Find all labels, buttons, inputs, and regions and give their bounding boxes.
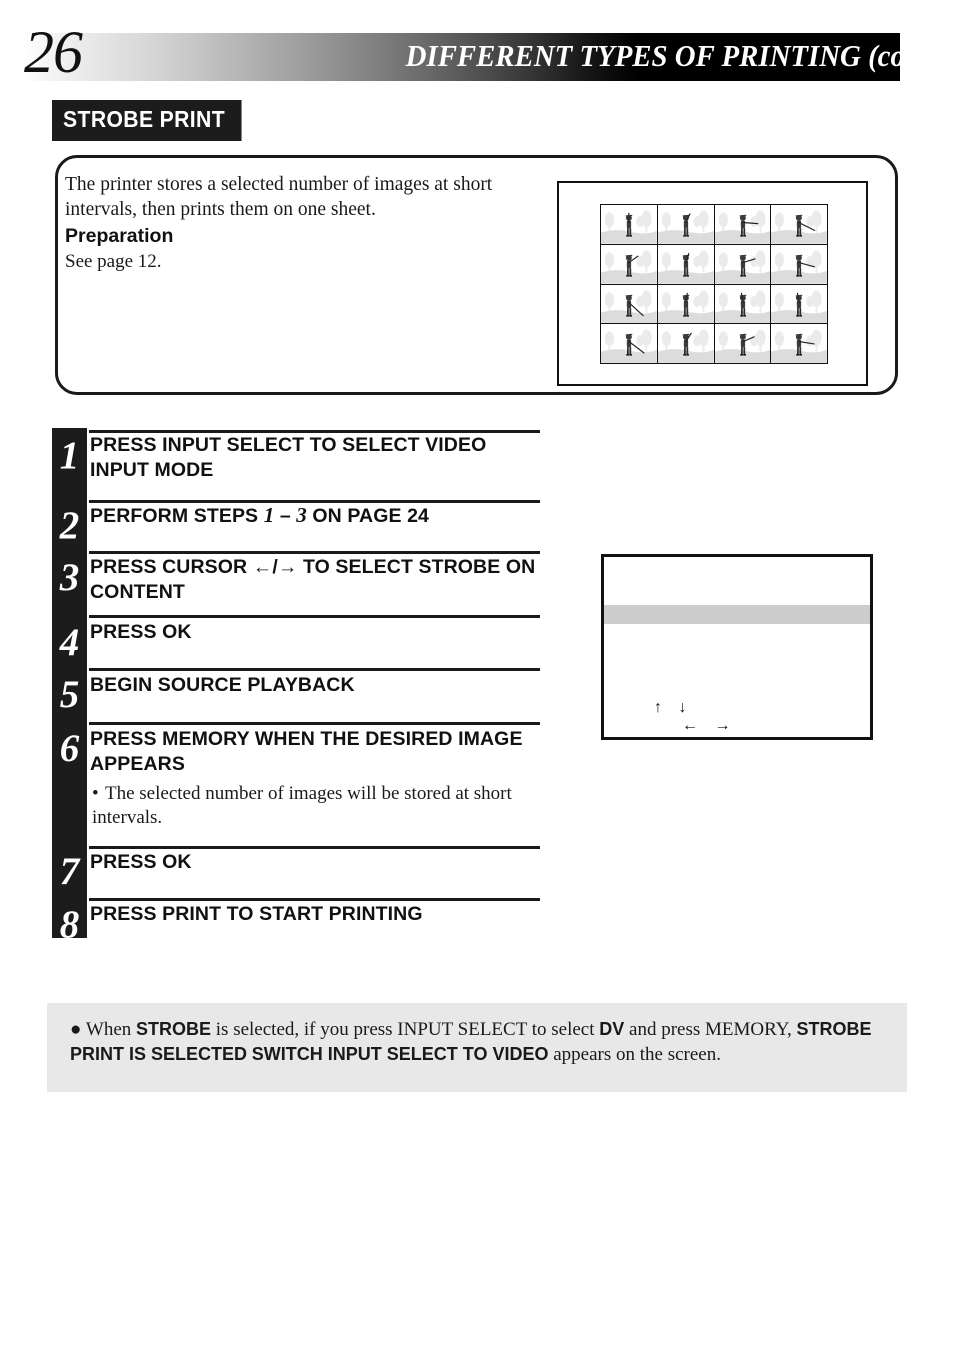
section-title-badge: STROBE PRINT (52, 100, 242, 141)
step-title: PERFORM STEPS 1 – 3 ON PAGE 24 (90, 503, 429, 527)
step-number: 1 (59, 434, 80, 477)
step-title: PRESS OK (90, 851, 192, 873)
strobe-frame (714, 324, 771, 363)
strobe-frame (601, 324, 657, 363)
cursor-up-down-icon: ↑ ↓ (654, 699, 693, 716)
strobe-frame (657, 324, 714, 363)
step-title: BEGIN SOURCE PLAYBACK (90, 674, 355, 696)
step-number: 3 (59, 556, 80, 599)
strobe-frame (771, 244, 827, 284)
strobe-frame (601, 284, 657, 324)
step-number: 5 (59, 673, 80, 716)
step-number: 7 (59, 850, 80, 893)
step-number: 6 (59, 727, 80, 770)
step-title: PRESS CURSOR ←/→ TO SELECT STROBE ON CON… (90, 556, 536, 603)
strobe-frame (657, 284, 714, 324)
cursor-left-right-icon: ← → (682, 717, 737, 734)
page-title: DIFFERENT TYPES OF PRINTING (cont.) (405, 38, 946, 73)
strobe-frame (657, 244, 714, 284)
step-divider (89, 615, 540, 618)
strobe-frame-grid (600, 204, 828, 364)
strobe-frame (771, 284, 827, 324)
footnote-text: ● When STROBE is selected, if you press … (70, 1019, 872, 1065)
footnote-bullet-icon: ● (70, 1019, 82, 1040)
step-divider (89, 846, 540, 849)
step-title: PRESS OK (90, 621, 192, 643)
step-divider (89, 551, 540, 554)
step-divider (89, 722, 540, 725)
step-note: • The selected number of images will be s… (92, 783, 512, 828)
preparation-heading: Preparation (65, 225, 174, 247)
intro-description: The printer stores a selected number of … (65, 174, 493, 220)
step-title: PRESS INPUT SELECT TO SELECT VIDEO INPUT… (90, 434, 487, 481)
strobe-frame (657, 205, 714, 244)
step-number: 2 (59, 504, 80, 547)
strobe-frame (714, 284, 771, 324)
step-divider (89, 668, 540, 671)
menu-highlight-bar (604, 605, 870, 624)
footnote-box: ● When STROBE is selected, if you press … (47, 1003, 907, 1092)
strobe-frame (771, 205, 827, 244)
strobe-frame (714, 205, 771, 244)
step-number: 8 (59, 903, 80, 946)
strobe-frame (771, 324, 827, 363)
page-number: 26 (24, 19, 83, 85)
preparation-text: See page 12. (65, 251, 162, 272)
step-title: PRESS PRINT TO START PRINTING (90, 903, 423, 925)
strobe-frame (601, 205, 657, 244)
step-divider (89, 898, 540, 901)
strobe-print-sample-illustration (557, 181, 868, 386)
step-number: 4 (59, 621, 80, 664)
step-title: PRESS MEMORY WHEN THE DESIRED IMAGE APPE… (90, 728, 523, 775)
strobe-frame (601, 244, 657, 284)
strobe-frame (714, 244, 771, 284)
on-screen-menu-preview: ↑ ↓ ← → (601, 554, 873, 740)
